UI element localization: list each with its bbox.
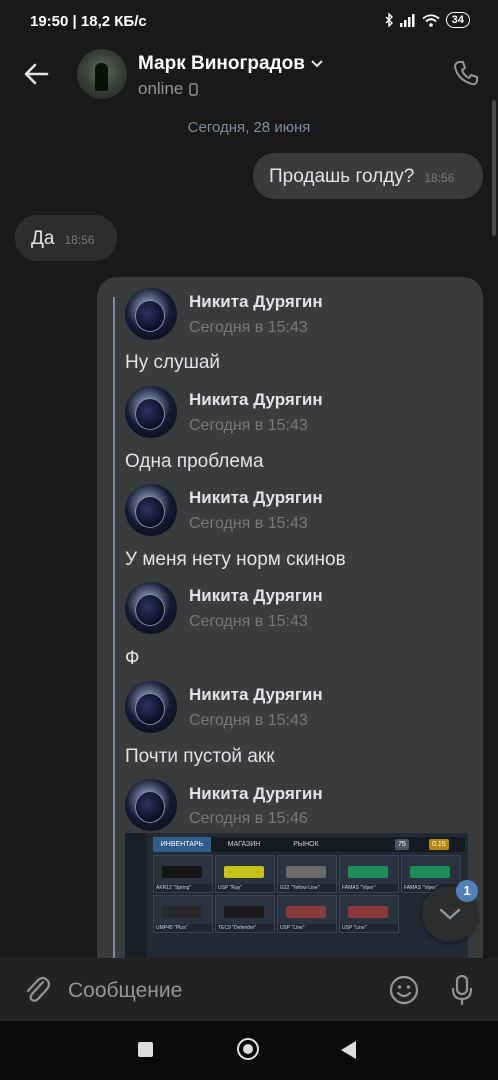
online-status: online [138,79,184,98]
forwarded-time: Сегодня в 15:43 [189,319,308,336]
unread-badge: 1 [456,880,478,902]
forwarded-time: Сегодня в 15:43 [189,613,308,630]
game-tab: МАГАЗИН [227,841,261,848]
item-caption: AKR12 "Spring" [154,884,212,892]
forwarded-time: Сегодня в 15:43 [189,417,308,434]
forwarded-author-avatar[interactable] [125,779,177,831]
inventory-item: G22 "Yellow Line" [277,855,337,893]
chevron-down-icon [311,60,323,68]
forwarded-time: Сегодня в 15:43 [189,712,308,729]
attach-button[interactable] [20,972,54,1006]
forwarded-author-name[interactable]: Никита Дурягин [189,685,323,705]
back-button[interactable] [20,58,52,90]
system-back-button[interactable] [341,1041,356,1059]
game-tabs: ИНВЕНТАРЬ МАГАЗИН РЫНОК 75 0.15 [153,837,465,852]
message-time: 18:56 [64,233,95,247]
inventory-item: TEC9 "Defender" [215,895,275,933]
phone-icon [454,61,478,86]
message-bubble-incoming[interactable]: Да 18:56 [15,215,117,261]
inventory-item: FAMAS "Viper" [339,855,399,893]
game-sidebar [125,833,147,973]
status-icons: 34 [385,12,470,28]
forwarded-author-name[interactable]: Никита Дурягин [189,586,323,606]
contact-name[interactable]: Марк Виноградов [138,53,323,75]
game-tab: ИНВЕНТАРЬ [153,837,211,852]
attached-screenshot[interactable]: ИНВЕНТАРЬ МАГАЗИН РЫНОК 75 0.15 AKR12 "S… [125,833,468,973]
inventory-item: USP "Line" [277,895,337,933]
forwarded-text: Ну слушай [125,352,221,373]
forwarded-time: Сегодня в 15:46 [189,810,308,827]
arrow-left-icon [24,63,49,85]
item-caption: TEC9 "Defender" [216,924,274,932]
item-caption: USP "Line" [278,924,336,932]
chevron-down-icon [439,908,461,920]
item-caption: USP "Line" [340,924,398,932]
forwarded-author-avatar[interactable] [125,386,177,438]
contact-name-text: Марк Виноградов [138,53,305,74]
contact-avatar[interactable] [77,49,127,99]
forwarded-text: Одна проблема [125,451,264,472]
message-input[interactable] [66,968,370,1014]
inventory-item: USP "Ray" [215,855,275,893]
inventory-item: AKR12 "Spring" [153,855,213,893]
forwarded-author-name[interactable]: Никита Дурягин [189,390,323,410]
message-text: Да [31,228,55,249]
item-caption: FAMAS "Viper" [340,884,398,892]
bluetooth-icon [385,13,393,27]
forwarded-author-avatar[interactable] [125,681,177,733]
forwarded-text: Ф [125,648,140,669]
silver-currency: 75 [395,839,409,850]
game-tab: РЫНОК [293,841,319,848]
message-time: 18:56 [424,171,455,185]
item-caption: USP "Ray" [216,884,274,892]
emoji-button[interactable] [386,972,422,1008]
message-bubble-outgoing[interactable]: Продашь голду? 18:56 [253,153,483,199]
voice-record-button[interactable] [446,972,478,1008]
inventory-item: UMP45 "Plus" [153,895,213,933]
forwarded-author-name[interactable]: Никита Дурягин [189,488,323,508]
call-button[interactable] [449,56,483,90]
mobile-icon [189,82,199,96]
forwarded-text: Почти пустой акк [125,746,275,767]
forward-quote-line [113,297,115,977]
forwarded-time: Сегодня в 15:43 [189,515,308,532]
signal-icon [399,13,415,27]
microphone-icon [451,974,473,1006]
forwarded-author-avatar[interactable] [125,288,177,340]
paperclip-icon [26,976,51,1002]
date-separator: Сегодня, 28 июня [187,119,311,136]
inventory-item: USP "Line" [339,895,399,933]
smile-icon [389,975,419,1005]
forwarded-author-name[interactable]: Никита Дурягин [189,292,323,312]
home-button[interactable] [237,1038,259,1060]
message-text: Продашь голду? [269,166,415,187]
recent-apps-button[interactable] [138,1042,153,1057]
contact-status: online [138,79,199,99]
wifi-icon [422,13,440,27]
item-caption: UMP45 "Plus" [154,924,212,932]
forwarded-author-name[interactable]: Никита Дурягин [189,784,323,804]
item-caption: G22 "Yellow Line" [278,884,336,892]
gold-currency: 0.15 [429,839,449,850]
forwarded-author-avatar[interactable] [125,582,177,634]
forwarded-author-avatar[interactable] [125,484,177,536]
battery-indicator: 34 [445,12,470,28]
status-time: 19:50 | 18,2 КБ/с [30,13,147,30]
forwarded-text: У меня нету норм скинов [125,549,346,570]
